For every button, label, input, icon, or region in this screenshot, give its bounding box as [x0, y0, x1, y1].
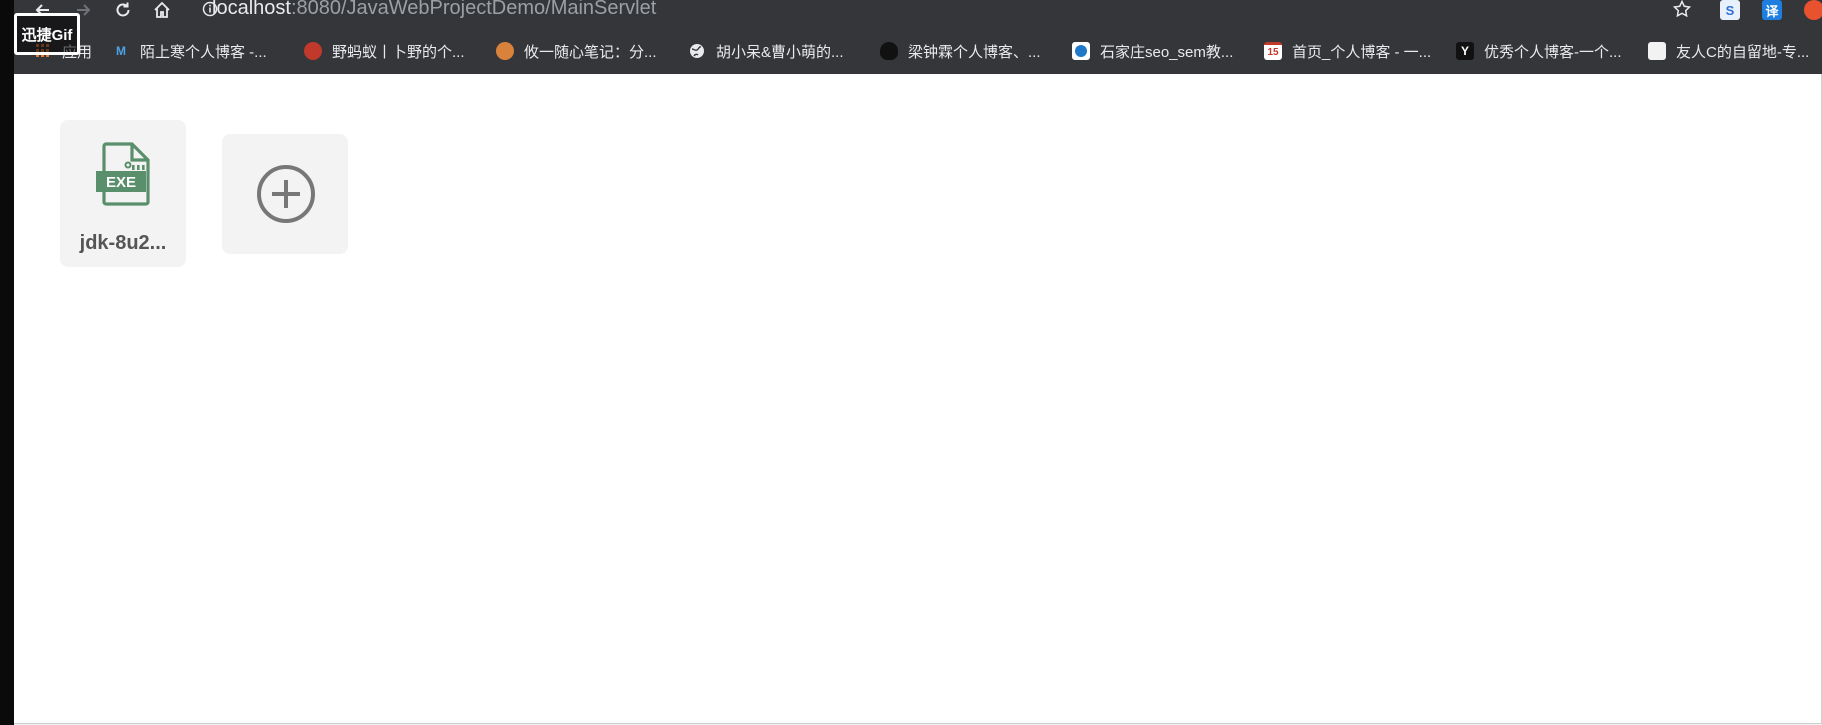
exe-badge-label: EXE: [106, 174, 136, 191]
sogou-extension-icon[interactable]: S: [1720, 0, 1740, 20]
browser-chrome: localhost:8080/JavaWebProjectDemo/MainSe…: [14, 0, 1822, 74]
home-icon: [154, 1, 170, 18]
bookmark-item[interactable]: 15 首页_个人博客 - 一...: [1264, 40, 1431, 62]
address-bar[interactable]: localhost:8080/JavaWebProjectDemo/MainSe…: [212, 0, 656, 19]
bookmark-label: 首页_个人博客 - 一...: [1292, 43, 1432, 61]
file-name: jdk-8u2...: [79, 232, 167, 254]
url-host: localhost: [212, 0, 291, 19]
bookmark-item[interactable]: 梁钟霖个人博客、...: [880, 40, 1041, 62]
bookmark-label: 石家庄seo_sem教...: [1100, 43, 1234, 61]
toolbar-right-icons: S 译: [1672, 0, 1822, 20]
reload-button[interactable]: [110, 0, 136, 20]
bookmark-item[interactable]: 野蚂蚁丨卜野的个...: [304, 40, 465, 62]
red-logo-icon: [304, 42, 322, 60]
exe-file-icon: EXE: [96, 142, 150, 206]
translate-extension-icon[interactable]: 译: [1762, 0, 1782, 20]
calendar-15-icon: 15: [1264, 42, 1282, 60]
file-tile[interactable]: EXE jdk-8u2...: [60, 120, 186, 267]
money-bag-icon: [880, 42, 898, 60]
star-icon[interactable]: [1672, 0, 1692, 19]
screen-left-edge: [0, 0, 14, 725]
doc-icon: [1648, 42, 1666, 60]
bookmark-item[interactable]: Y 优秀个人博客-一个...: [1456, 40, 1622, 62]
recorder-watermark: 迅捷Gif: [14, 13, 80, 55]
bookmark-item[interactable]: 友人C的自留地-专...: [1648, 40, 1809, 62]
reload-icon: [116, 2, 130, 17]
m-logo-icon: M: [116, 44, 126, 58]
blue-globe-icon: [1072, 42, 1090, 60]
toolbar-row: localhost:8080/JavaWebProjectDemo/MainSe…: [14, 0, 1822, 22]
bookmark-label: 梁钟霖个人博客、...: [908, 43, 1041, 61]
avatar-icon: [496, 42, 514, 60]
bookmark-label: 陌上寒个人博客 -...: [140, 43, 267, 61]
plus-circle-icon: [257, 165, 315, 223]
bookmark-item[interactable]: 攸一随心笔记：分...: [496, 40, 657, 62]
home-button[interactable]: [149, 0, 175, 20]
globe-icon: [688, 42, 706, 60]
bookmark-label: 攸一随心笔记：分...: [524, 43, 657, 61]
url-path: :8080/JavaWebProjectDemo/MainServlet: [290, 0, 657, 19]
bookmark-item[interactable]: M 陌上寒个人博客 -...: [112, 40, 267, 62]
bookmark-label: 野蚂蚁丨卜野的个...: [332, 43, 465, 61]
bookmark-item[interactable]: 石家庄seo_sem教...: [1072, 40, 1233, 62]
bookmarks-bar: 应用 M 陌上寒个人博客 -... 野蚂蚁丨卜野的个... 攸一随心笔记：分..…: [14, 36, 1822, 68]
bookmark-label: 友人C的自留地-专...: [1676, 43, 1810, 61]
bookmark-label: 胡小呆&曹小萌的...: [716, 43, 844, 61]
bookmark-item[interactable]: 胡小呆&曹小萌的...: [688, 40, 844, 62]
extension-icon[interactable]: [1804, 0, 1822, 20]
add-file-button[interactable]: [222, 134, 348, 254]
bookmark-label: 优秀个人博客-一个...: [1484, 43, 1622, 61]
page-content: EXE jdk-8u2...: [14, 74, 1822, 724]
y-logo-icon: Y: [1456, 42, 1474, 60]
